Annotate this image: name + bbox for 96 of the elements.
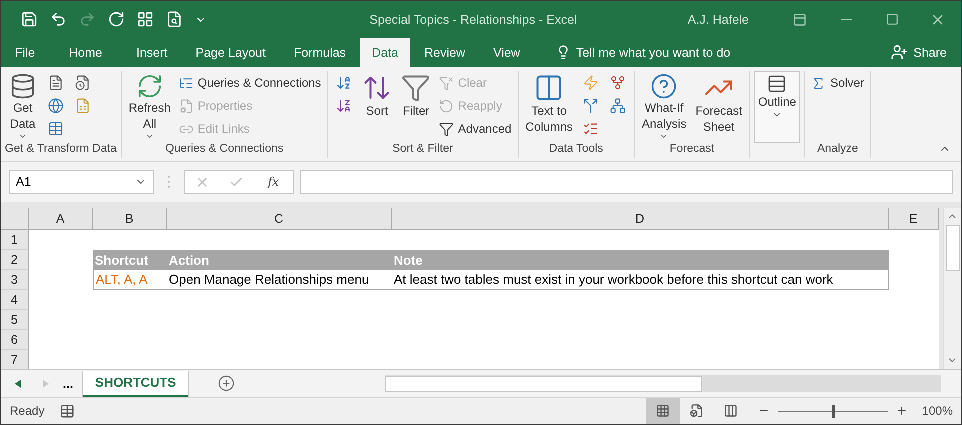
ribbon-button[interactable]: Forecast Sheet [692,71,746,143]
grid-icon [137,11,154,28]
document-icon [48,75,64,91]
reapply-icon [439,98,454,114]
text-to-columns-icon [534,73,564,103]
ribbon-tab[interactable]: Home [49,38,122,67]
undo-button[interactable] [50,11,67,28]
ribbon-button[interactable]: Get Data [5,71,41,143]
formula-input[interactable] [300,170,953,194]
redo-icon [79,11,96,28]
name-box[interactable]: A1 [9,170,154,194]
group-label: Sort & Filter [392,143,454,157]
group-label: Queries & Connections [164,143,285,157]
ribbon-button[interactable]: What-If Analysis [639,71,690,143]
ribbon-tab[interactable]: Data [360,38,410,67]
row-header[interactable]: 1 [1,230,29,250]
ribbon-button[interactable]: Queries & Connections [176,72,324,94]
table-icon [48,121,64,137]
scroll-thumb[interactable] [946,225,960,271]
clear-filter-icon [439,76,454,90]
more-sheets[interactable]: ... [63,376,74,390]
scroll-thumb[interactable] [385,376,702,392]
table-header-cell: Shortcut [93,250,167,270]
maximize-icon [886,13,898,26]
ribbon-button[interactable]: Refresh All [126,71,174,143]
filter-icon [401,73,432,103]
window-title: Special Topics - Relationships - Excel [368,12,578,26]
column-header[interactable]: D [392,208,889,230]
left-triangle-icon [15,380,21,388]
table-header-cell: Note [392,250,889,270]
table-header-cell: Action [167,250,392,270]
tell-me-field[interactable]: Tell me what you want to do [556,38,731,67]
plus-icon [218,375,236,392]
clock-document-icon [75,75,91,91]
zoom-thumb[interactable] [832,404,836,418]
status-text: Ready [10,404,46,418]
ribbon-tab[interactable]: View [479,38,534,67]
row-header[interactable]: 6 [1,330,29,350]
tell-me-placeholder: Tell me what you want to do [576,46,731,60]
table-cell: At least two tables must exist in your workbook before this shortcut can work [392,270,889,290]
row-header[interactable]: 4 [1,290,29,310]
row-header[interactable]: 5 [1,310,29,330]
properties-icon [178,98,194,114]
relationships-icon [610,98,626,114]
insert-function-button[interactable]: fx [264,175,284,189]
row-header[interactable]: 2 [1,250,29,270]
group-label: Analyze [816,143,860,157]
group-label: Data Tools [548,143,604,157]
person-plus-icon [890,44,908,61]
table-cell: ALT, A, A [93,270,167,290]
normal-view-button[interactable] [646,398,680,424]
print-preview-button[interactable] [166,11,183,28]
ribbon-button[interactable]: Sort [359,71,396,143]
web-document-icon [48,98,64,114]
outline-button[interactable]: Outline [754,71,800,143]
row-header[interactable]: 3 [1,270,29,290]
refresh-button[interactable] [108,11,125,28]
queries-icon [178,76,194,90]
zoom-reading[interactable]: 100% [922,404,953,418]
ribbon-tab[interactable]: File [1,38,50,67]
ribbon-button[interactable]: Solver [809,72,866,94]
group-label: Forecast [668,143,716,157]
column-header[interactable]: A [29,208,93,230]
ribbon-button[interactable]: Filter [398,71,434,143]
ribbon-tab[interactable]: Formulas [280,38,360,67]
sort-ascending-icon [336,75,352,91]
row-header[interactable]: 7 [1,350,29,369]
ribbon-tab[interactable]: Review [410,38,480,67]
zoom-in-icon[interactable] [896,405,908,417]
column-header[interactable]: E [889,208,939,230]
print-preview-icon [166,11,183,28]
ribbon-tab[interactable]: Page Layout [182,38,280,67]
ribbon-button[interactable]: Text to Columns [522,71,576,143]
sort-descending-icon [336,98,352,114]
add-sheet-button[interactable] [218,375,236,392]
share-button[interactable]: Share [884,38,953,67]
vertical-scrollbar[interactable] [943,208,961,369]
normal-view-icon [656,404,670,418]
refresh-icon [108,11,125,28]
window-icon [793,12,807,26]
ribbon-button[interactable]: Advanced [437,118,514,140]
group-label: Get & Transform Data [5,143,117,157]
column-header[interactable]: B [93,208,167,230]
data-validation-icon [583,121,600,137]
horizontal-scrollbar[interactable] [385,375,941,392]
user-name: A.J. Hafele [688,12,749,26]
undo-icon [50,11,67,28]
column-header[interactable]: C [167,208,392,230]
advanced-filter-icon [439,122,454,136]
ribbon-tab[interactable]: Insert [122,38,182,67]
minimize-icon [840,18,852,20]
save-icon [21,11,38,28]
save-button[interactable] [21,11,38,28]
grid-button[interactable] [137,11,154,28]
right-triangle-icon [43,380,49,388]
sheet-tab[interactable]: SHORTCUTS [83,370,188,396]
